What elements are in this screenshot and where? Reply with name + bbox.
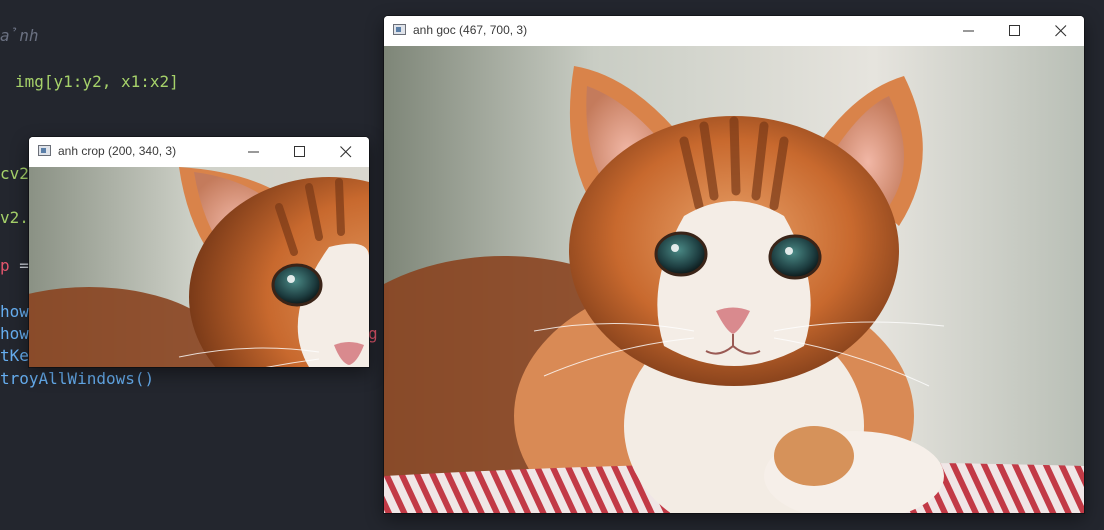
code-line-assign: p =	[0, 256, 29, 275]
close-button[interactable]	[323, 137, 369, 167]
window-crop[interactable]: anh crop (200, 340, 3)	[29, 137, 369, 367]
code-line-crop: img[y1:y2, x1:x2]	[15, 72, 179, 91]
window-original[interactable]: anh goc (467, 700, 3)	[384, 16, 1084, 513]
maximize-button[interactable]	[277, 137, 323, 167]
close-icon	[340, 146, 352, 158]
opencv-window-icon	[38, 145, 51, 156]
minimize-button[interactable]	[231, 137, 277, 167]
code-line-cv2: cv2	[0, 164, 29, 183]
window-title-crop: anh crop (200, 340, 3)	[58, 144, 177, 158]
kitten-crop-image	[29, 167, 369, 367]
code-comment: ảnh	[0, 26, 39, 45]
titlebar-original[interactable]: anh goc (467, 700, 3)	[384, 16, 1084, 46]
minimize-button[interactable]	[946, 16, 992, 46]
minimize-icon	[248, 151, 259, 153]
maximize-icon	[1009, 25, 1020, 36]
close-button[interactable]	[1038, 16, 1084, 46]
close-icon	[1055, 25, 1067, 37]
minimize-icon	[963, 30, 974, 32]
code-line-destroy: troyAllWindows()	[0, 369, 155, 388]
maximize-icon	[294, 146, 305, 157]
code-line-arg: g	[368, 324, 378, 343]
window-title-original: anh goc (467, 700, 3)	[413, 23, 528, 37]
opencv-window-icon	[393, 24, 406, 35]
titlebar-crop[interactable]: anh crop (200, 340, 3)	[29, 137, 369, 167]
kitten-image	[384, 46, 1084, 513]
maximize-button[interactable]	[992, 16, 1038, 46]
